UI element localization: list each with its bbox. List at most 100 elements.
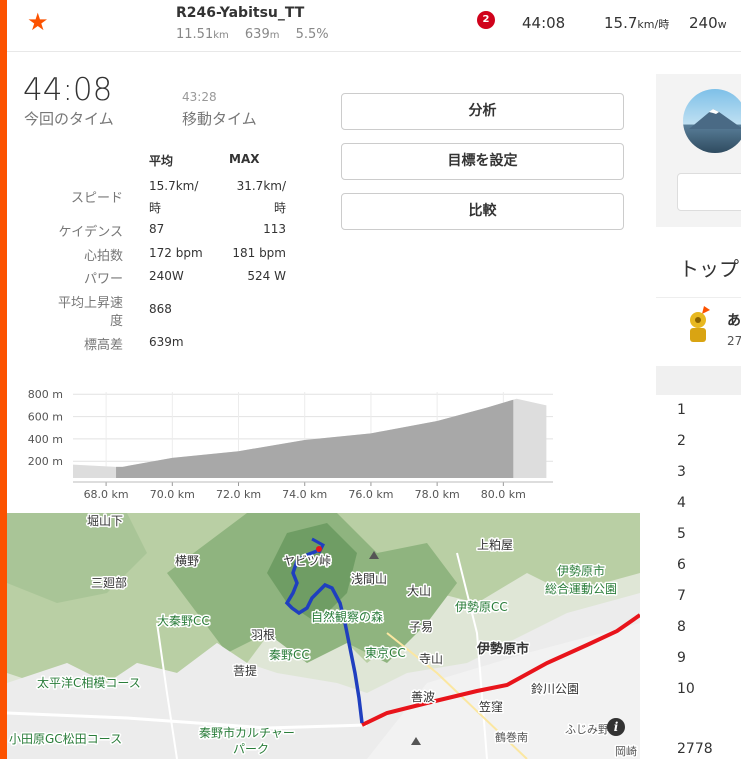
- map-label-bodai: 菩提: [233, 663, 257, 678]
- map-label-zenba: 善波: [411, 689, 435, 704]
- analysis-button[interactable]: 分析: [341, 93, 624, 130]
- leaderboard-rank: 9: [677, 650, 686, 666]
- leaderboard-table-header: [656, 366, 741, 395]
- map-label-teramaya: 寺山: [419, 652, 443, 666]
- map-label-oyama: 大山: [407, 584, 431, 598]
- stat-max-cadence: 113: [263, 222, 286, 236]
- stat-label-power: パワー: [83, 272, 123, 287]
- stat-avg-elev-diff: 639m: [149, 335, 184, 349]
- map-label-horiyamashita: 堀山下: [87, 513, 123, 528]
- stat-label-vam: 平均上昇速: [57, 296, 123, 311]
- stat-label-heartrate: 心拍数: [83, 249, 123, 264]
- map-label-tsurumaki: 鶴巻南: [495, 730, 528, 744]
- leader-name[interactable]: あ: [727, 310, 741, 330]
- stat-max-heartrate: 181 bpm: [232, 246, 286, 260]
- x-tick-label: 70.0 km: [150, 488, 195, 501]
- segment-elevation: 639m: [244, 27, 280, 42]
- segment-grade: 5.5%: [295, 27, 329, 42]
- map-label-isehara-cc: 伊勢原CC: [455, 599, 508, 614]
- stat-avg-cadence: 87: [149, 222, 165, 236]
- effort-time-label: 今回のタイム: [24, 110, 114, 128]
- stat-avg-power: 240W: [149, 269, 184, 283]
- x-tick-label: 78.0 km: [415, 488, 460, 501]
- avg-header: 平均: [149, 154, 174, 168]
- stat-avg-vam: 868: [149, 302, 172, 316]
- leaderboard-rank: 7: [677, 588, 686, 604]
- x-tick-label: 80.0 km: [481, 488, 526, 501]
- segment-map[interactable]: 堀山下 横野 ヤビツ峠 浅間山 上粕屋 三廻部 大山 伊勢原市 総合運動公園 大…: [7, 513, 640, 759]
- x-tick-label: 72.0 km: [216, 488, 261, 501]
- segment-distance: 11.51km: [176, 27, 229, 42]
- segment-header: ★ R246-Yabitsu_TT 11.51km 639m 5.5% 2 44…: [7, 0, 741, 52]
- map-label-hadano-culture: 秦野市カルチャー: [199, 725, 295, 740]
- leaderboard-rank: 5: [677, 526, 686, 542]
- map-label-taiheiyo: 太平洋C相模コース: [37, 675, 141, 690]
- map-label-sannosaburo: 三廻部: [91, 575, 127, 590]
- map-svg: 堀山下 横野 ヤビツ峠 浅間山 上粕屋 三廻部 大山 伊勢原市 総合運動公園 大…: [7, 513, 640, 759]
- moving-time: 43:28: [182, 90, 217, 104]
- header-time: 44:08: [522, 14, 566, 32]
- map-label-fujimino: ふじみ野: [565, 723, 609, 736]
- stat-label-vam-2: 度: [109, 314, 123, 329]
- leaderboard-heading: トップ: [679, 257, 739, 281]
- elevation-chart-svg: 200 m 400 m 600 m 800 m 68.0 km 70.0 km 72.0 k…: [28, 388, 553, 501]
- y-tick-label: 400 m: [28, 433, 63, 446]
- header-power: 240w: [689, 14, 727, 32]
- x-tick-label: 76.0 km: [348, 488, 393, 501]
- map-label-hane: 羽根: [251, 628, 275, 642]
- rank-badge: 2: [477, 11, 495, 29]
- stat-label-elev-diff: 標高差: [83, 338, 123, 353]
- accent-bar: [0, 0, 7, 759]
- elevation-chart: 200 m 400 m 600 m 800 m 68.0 km 70.0 km 72.0 k…: [20, 380, 560, 505]
- y-tick-label: 800 m: [28, 388, 63, 401]
- map-label-isehara-city: 伊勢原市: [476, 641, 529, 657]
- map-label-isehara-park2: 総合運動公園: [545, 581, 617, 596]
- leader-sub: 27: [727, 334, 741, 348]
- star-icon[interactable]: ★: [27, 10, 49, 34]
- map-label-shizen: 自然観察の森: [311, 609, 383, 624]
- map-label-koyasu: 子易: [409, 620, 433, 634]
- leaderboard-rank: 6: [677, 557, 686, 573]
- stat-avg-speed-unit: 時: [149, 201, 162, 215]
- kom-crown-icon: [690, 306, 710, 342]
- stat-max-power: 524 W: [247, 269, 286, 283]
- map-label-okaza: 岡崎: [615, 744, 637, 758]
- map-label-tokyo-cc: 東京CC: [365, 646, 406, 660]
- follow-button[interactable]: [677, 173, 741, 211]
- map-label-oohadano-cc: 大秦野CC: [157, 614, 210, 628]
- leaderboard-rank: 8: [677, 619, 686, 635]
- map-label-hadano-cc: 秦野CC: [269, 648, 310, 662]
- y-tick-label: 600 m: [28, 411, 63, 424]
- stat-max-speed-unit: 時: [273, 201, 286, 215]
- compare-button[interactable]: 比較: [341, 193, 624, 230]
- map-label-yokono: 横野: [175, 554, 199, 568]
- header-speed: 15.7km/時: [604, 14, 670, 32]
- avatar[interactable]: [683, 89, 741, 153]
- leaderboard-rank: 1: [677, 402, 686, 418]
- mountain-photo: [689, 109, 741, 129]
- leaderboard-rank: 4: [677, 495, 686, 511]
- stat-max-speed: 31.7km/: [236, 179, 286, 193]
- map-label-asamayama: 浅間山: [351, 572, 387, 586]
- stat-label-speed: スピード: [70, 191, 123, 206]
- leaderboard-total: 2778: [677, 741, 713, 757]
- moving-time-label: 移動タイム: [182, 110, 257, 128]
- effort-time: 44:08: [23, 72, 113, 108]
- stat-label-cadence: ケイデンス: [58, 225, 123, 240]
- x-tick-label: 74.0 km: [282, 488, 327, 501]
- stat-avg-heartrate: 172 bpm: [149, 246, 203, 260]
- map-label-isehara-park: 伊勢原市: [557, 563, 605, 578]
- map-label-yabitsu: ヤビツ峠: [283, 553, 331, 568]
- segment-name[interactable]: R246-Yabitsu_TT: [176, 5, 304, 21]
- stat-avg-speed: 15.7km/: [149, 179, 199, 193]
- map-label-kamikasuya: 上粕屋: [477, 537, 513, 552]
- set-goal-button[interactable]: 目標を設定: [341, 143, 624, 180]
- x-tick-label: 68.0 km: [84, 488, 129, 501]
- map-label-odawara: 小田原GC松田コース: [9, 732, 122, 746]
- leaderboard-rank: 2: [677, 433, 686, 449]
- map-label-kasakubo: 笠窪: [479, 699, 503, 714]
- map-label-suzukawa: 鈴川公園: [531, 681, 579, 696]
- map-label-hadano-culture2: パーク: [233, 742, 269, 756]
- segment-stats: 11.51km 639m 5.5%: [176, 27, 341, 42]
- map-info-icon[interactable]: i: [607, 718, 625, 736]
